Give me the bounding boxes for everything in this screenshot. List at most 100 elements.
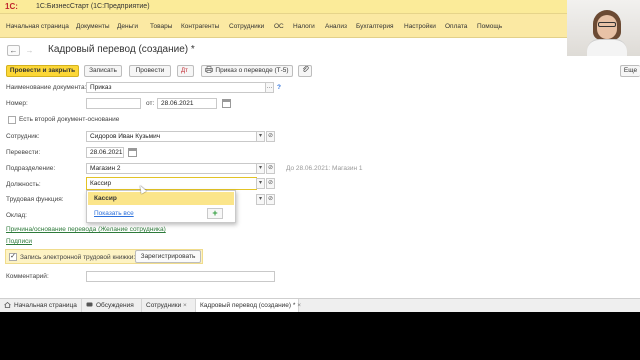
chevron-down-icon: ▾ xyxy=(258,180,262,186)
department-label: Подразделение: xyxy=(6,165,56,172)
add-position-button[interactable]: + xyxy=(207,208,223,219)
doc-name-help-icon[interactable]: ? xyxy=(277,84,281,91)
electronic-work-record-checkbox[interactable]: ✓ xyxy=(9,253,17,261)
printer-icon xyxy=(205,66,214,74)
doc-name-field[interactable]: Приказ xyxy=(86,82,266,93)
position-field[interactable]: Кассир xyxy=(86,177,257,190)
transfer-date-label: Перевести: xyxy=(6,149,41,156)
menu-item-settings[interactable]: Настройки xyxy=(404,23,436,30)
menu-item-help[interactable]: Помощь xyxy=(477,23,502,30)
employee-field[interactable]: Сидоров Иван Кузьмич xyxy=(86,131,257,142)
labor-function-dropdown-button[interactable]: ▾ xyxy=(256,194,265,205)
position-dropdown-button[interactable]: ▾ xyxy=(256,178,265,189)
number-field[interactable] xyxy=(86,98,141,109)
chevron-down-icon: ▾ xyxy=(258,196,262,202)
tab-home[interactable]: Начальная страница xyxy=(0,299,82,312)
save-button[interactable]: Записать xyxy=(84,65,122,77)
tab-employees[interactable]: Сотрудники × xyxy=(142,299,196,312)
doc-name-select-button[interactable]: … xyxy=(265,82,274,93)
menu-item-goods[interactable]: Товары xyxy=(150,23,172,30)
close-icon[interactable]: × xyxy=(183,302,187,309)
position-label: Должность: xyxy=(6,181,41,188)
post-button[interactable]: Провести xyxy=(129,65,171,77)
presenter-shirt xyxy=(587,39,627,56)
back-button[interactable]: ← xyxy=(7,45,20,56)
tab-home-label: Начальная страница xyxy=(14,302,77,309)
open-link-icon: ⊘ xyxy=(267,165,274,171)
menu-item-documents[interactable]: Документы xyxy=(76,23,110,30)
back-arrow-icon: ← xyxy=(9,46,18,55)
transfer-reason-link[interactable]: Причина/основание перевода (Желание сотр… xyxy=(6,226,166,233)
signatures-link[interactable]: Подписи xyxy=(6,238,32,245)
register-button[interactable]: Зарегистрировать xyxy=(135,250,201,263)
date-label: от: xyxy=(146,100,155,107)
menu-item-home[interactable]: Начальная страница xyxy=(6,23,69,30)
show-all-link[interactable]: Показать все xyxy=(94,210,134,217)
labor-function-label: Трудовая функция: xyxy=(6,196,64,203)
posting-journal-icon: Дт xyxy=(181,68,188,74)
labor-function-open-button[interactable]: ⊘ xyxy=(266,194,275,205)
menu-item-fixed-assets[interactable]: ОС xyxy=(274,23,284,30)
tab-transfer-document-label: Кадровый перевод (создание) * xyxy=(200,302,296,309)
menu-item-employees[interactable]: Сотрудники xyxy=(229,23,264,30)
salary-label: Оклад: xyxy=(6,212,27,219)
more-button[interactable]: Еще xyxy=(620,65,640,77)
close-icon[interactable]: × xyxy=(297,302,301,309)
dropdown-option-cashier[interactable]: Кассир xyxy=(88,192,234,205)
title-bar: 1С: 1С:БизнесСтарт (1С:Предприятие) xyxy=(0,0,640,14)
position-open-button[interactable]: ⊘ xyxy=(266,178,275,189)
application-window: 1С: 1С:БизнесСтарт (1С:Предприятие) Нача… xyxy=(0,0,640,312)
electronic-work-record-label: Запись электронной трудовой книжки: xyxy=(20,254,136,261)
menu-item-money[interactable]: Деньги xyxy=(117,23,138,30)
document-title: Кадровый перевод (создание) * xyxy=(48,44,195,55)
tab-discussions[interactable]: Обсуждения xyxy=(82,299,142,312)
presenter-glasses xyxy=(598,22,616,27)
open-link-icon: ⊘ xyxy=(267,196,274,202)
open-windows-tab-bar: Начальная страница Обсуждения Сотрудники… xyxy=(0,298,640,312)
forward-button[interactable]: → xyxy=(23,45,36,56)
menu-item-accounting[interactable]: Бухгалтерия xyxy=(356,23,394,30)
chevron-down-icon: ▾ xyxy=(258,133,262,139)
transfer-date-field[interactable]: 28.06.2021 xyxy=(86,147,124,158)
transfer-calendar-icon[interactable] xyxy=(128,148,137,157)
menu-item-payment[interactable]: Оплата xyxy=(445,23,467,30)
comment-label: Комментарий: xyxy=(6,273,49,280)
tab-transfer-document[interactable]: Кадровый перевод (создание) * × xyxy=(196,299,301,312)
second-document-checkbox[interactable] xyxy=(8,116,16,124)
post-and-close-button[interactable]: Провести и закрыть xyxy=(6,65,79,77)
department-dropdown-button[interactable]: ▾ xyxy=(256,163,265,174)
menu-item-counterparties[interactable]: Контрагенты xyxy=(181,23,219,30)
doc-name-label: Наименование документа: xyxy=(6,84,87,91)
comment-field[interactable] xyxy=(86,271,275,282)
employee-dropdown-button[interactable]: ▾ xyxy=(256,131,265,142)
svg-text:Дт: Дт xyxy=(181,68,188,74)
date-field[interactable]: 28.06.2021 xyxy=(157,98,217,109)
paperclip-icon xyxy=(302,65,309,72)
tab-discussions-label: Обсуждения xyxy=(96,302,134,309)
print-transfer-order-label: Приказ о переводе (Т-5) xyxy=(215,67,289,74)
open-link-icon: ⊘ xyxy=(267,180,274,186)
department-previous-hint: До 28.06.2021: Магазин 1 xyxy=(286,165,363,172)
attachment-button[interactable] xyxy=(298,65,312,77)
posting-journal-button[interactable]: Дт xyxy=(177,65,194,77)
webcam-overlay xyxy=(567,0,640,56)
employee-open-button[interactable]: ⊘ xyxy=(266,131,275,142)
forward-arrow-icon: → xyxy=(25,46,34,55)
print-transfer-order-button[interactable]: Приказ о переводе (Т-5) xyxy=(201,65,293,77)
second-document-label: Есть второй документ-основание xyxy=(19,116,120,123)
calendar-icon[interactable] xyxy=(222,99,231,108)
chevron-down-icon: ▾ xyxy=(258,165,262,171)
home-icon xyxy=(4,301,11,308)
main-menu: Начальная страница Документы Деньги Това… xyxy=(0,14,567,38)
department-open-button[interactable]: ⊘ xyxy=(266,163,275,174)
open-link-icon: ⊘ xyxy=(267,133,274,139)
department-field[interactable]: Магазин 2 xyxy=(86,163,257,174)
menu-item-taxes[interactable]: Налоги xyxy=(293,23,315,30)
chat-icon xyxy=(86,302,93,307)
presenter-face xyxy=(597,15,617,39)
employee-label: Сотрудник: xyxy=(6,133,40,140)
plus-icon: + xyxy=(212,208,218,218)
app-logo: 1С: xyxy=(5,2,18,11)
position-dropdown-list: Кассир Показать все + xyxy=(86,190,236,223)
menu-item-analysis[interactable]: Анализ xyxy=(325,23,347,30)
